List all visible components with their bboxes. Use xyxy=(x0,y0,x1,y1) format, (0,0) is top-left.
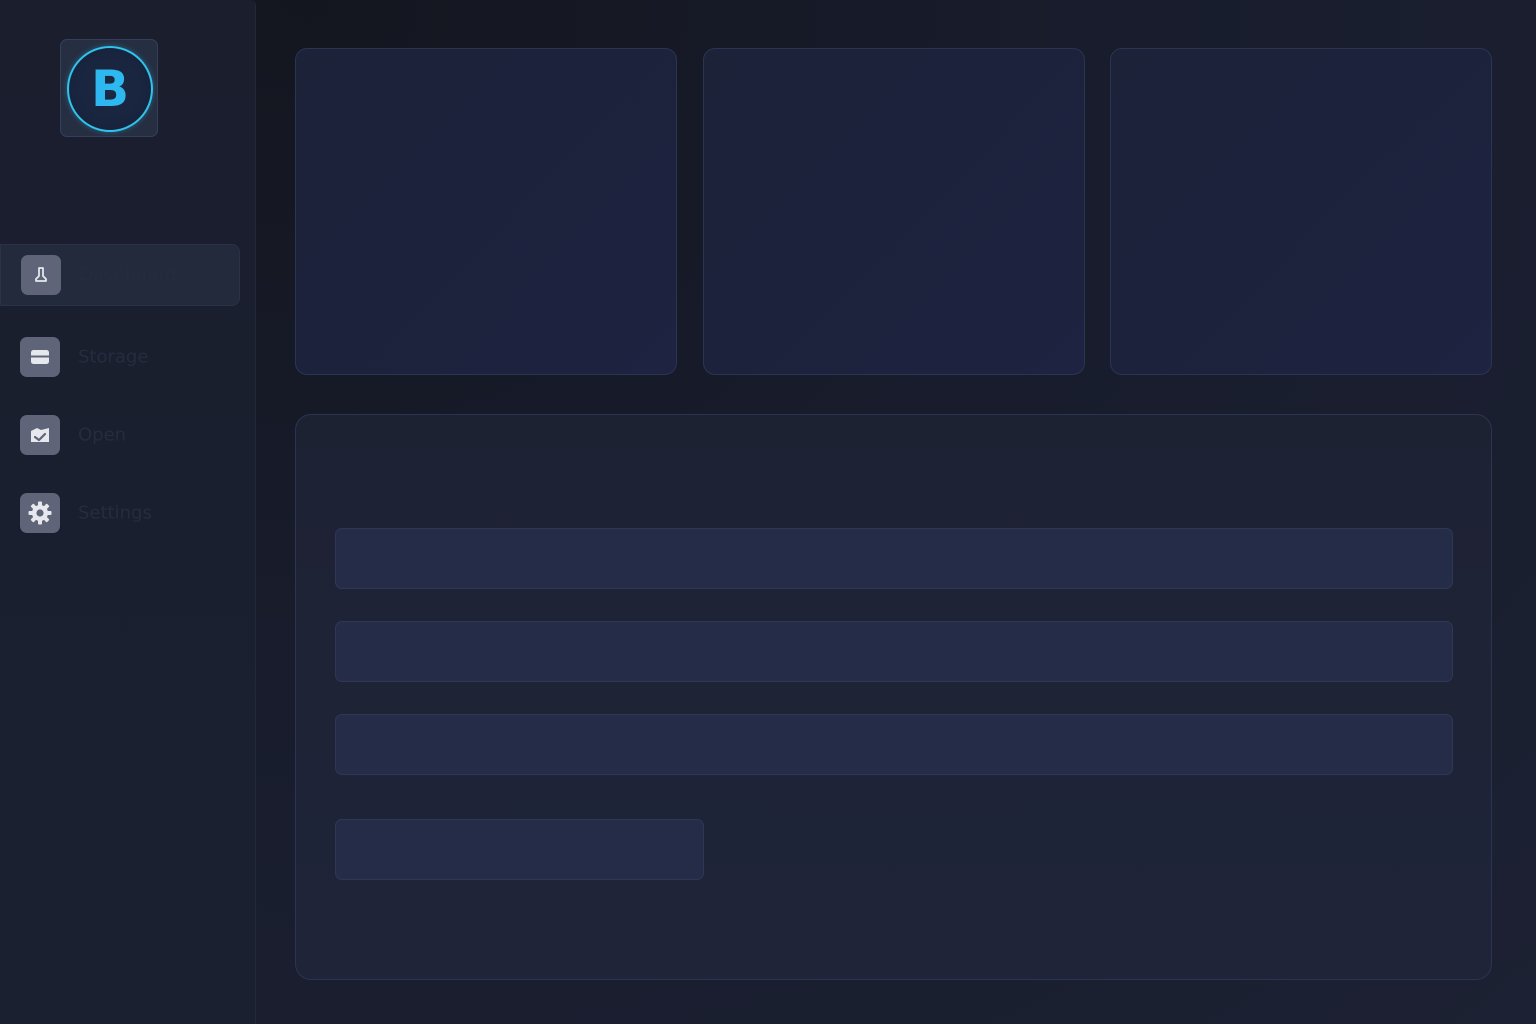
app-window: B Dashboard Storage Open Settings xyxy=(0,0,1536,1024)
sidebar-item-label: Dashboard xyxy=(79,264,177,286)
card-icon xyxy=(20,337,60,377)
content-panel xyxy=(295,414,1492,980)
logo-letter: B xyxy=(90,60,130,118)
logo-ring: B xyxy=(67,46,153,132)
list-item[interactable] xyxy=(335,528,1453,589)
gear-icon xyxy=(20,493,60,533)
sidebar-item-label: Settings xyxy=(78,502,152,524)
sidebar-item-settings[interactable]: Settings xyxy=(0,482,240,544)
summary-card-3 xyxy=(1110,48,1492,375)
sidebar: B Dashboard Storage Open Settings xyxy=(0,0,256,1024)
list-item[interactable] xyxy=(335,621,1453,682)
folder-icon xyxy=(20,415,60,455)
sidebar-item-label: Storage xyxy=(78,346,149,368)
summary-card-2 xyxy=(703,48,1085,375)
summary-card-1 xyxy=(295,48,677,375)
sidebar-item-dashboard[interactable]: Dashboard xyxy=(0,244,240,306)
sidebar-item-label: Open xyxy=(78,424,127,446)
user-icon xyxy=(21,255,61,295)
action-placeholder[interactable] xyxy=(335,819,704,880)
list-item[interactable] xyxy=(335,714,1453,775)
sidebar-item-open[interactable]: Open xyxy=(0,404,240,466)
logo[interactable]: B xyxy=(60,39,158,137)
sidebar-item-storage[interactable]: Storage xyxy=(0,326,240,388)
